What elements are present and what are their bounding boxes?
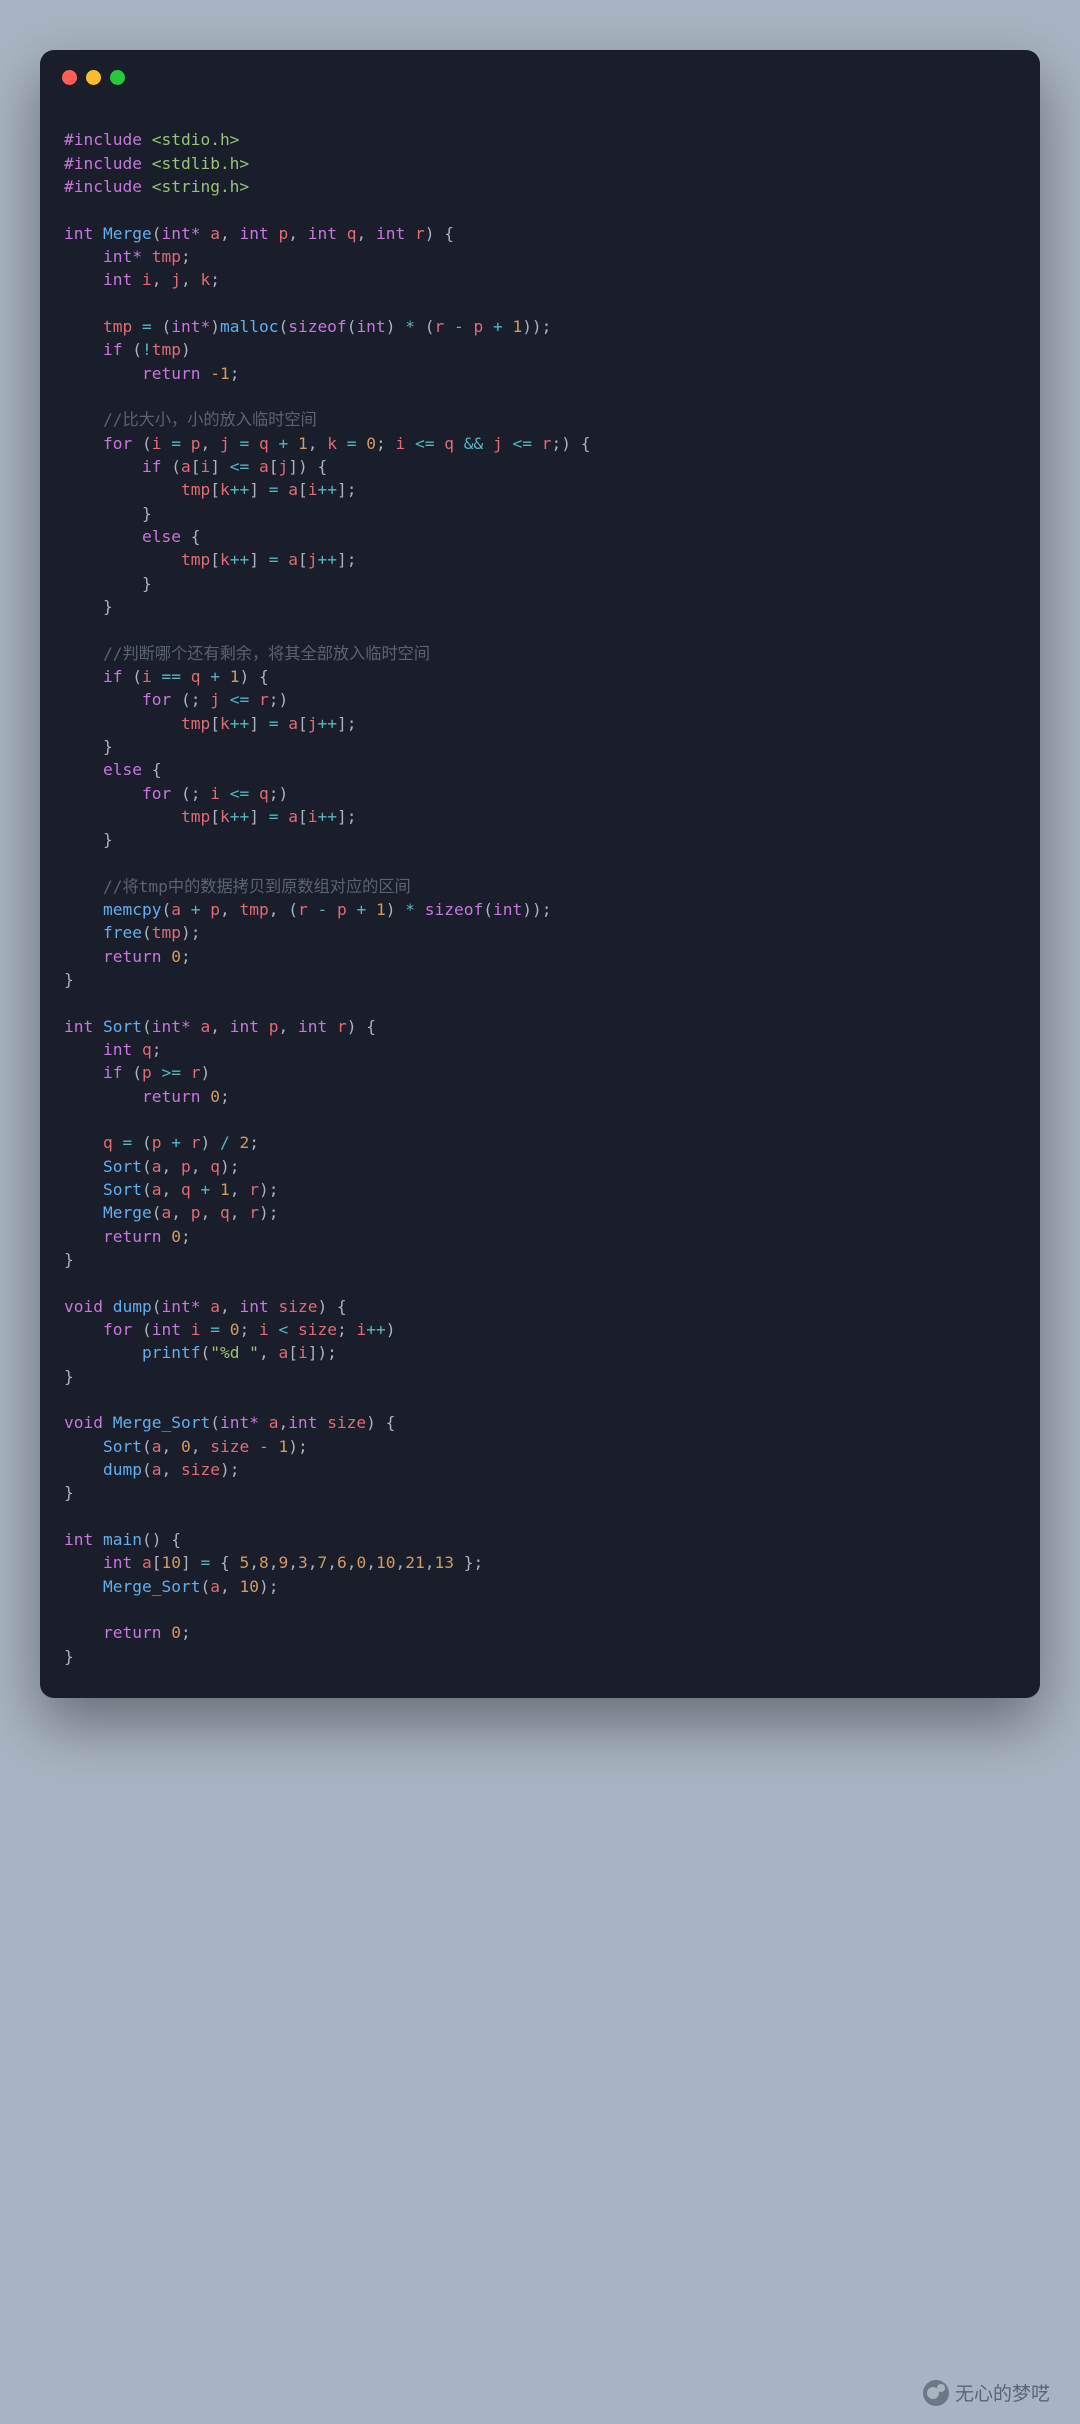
- wechat-icon: [923, 2380, 949, 2406]
- comment-compare: //比大小，小的放入临时空间: [103, 410, 317, 429]
- fn-dump: dump: [113, 1297, 152, 1316]
- close-icon: [62, 70, 77, 85]
- fn-main: main: [103, 1530, 142, 1549]
- watermark: 无心的梦呓: [923, 2379, 1050, 2406]
- code-block: #include <stdio.h> #include <stdlib.h> #…: [40, 95, 1040, 1698]
- pp-include: #include: [64, 130, 142, 149]
- window-titlebar: [40, 50, 1040, 95]
- fn-merge-sort: Merge_Sort: [113, 1413, 210, 1432]
- code-window: #include <stdio.h> #include <stdlib.h> #…: [40, 50, 1040, 1698]
- comment-copy: //将tmp中的数据拷贝到原数组对应的区间: [103, 877, 411, 896]
- fn-merge: Merge: [103, 224, 152, 243]
- watermark-text: 无心的梦呓: [955, 2379, 1050, 2406]
- minimize-icon: [86, 70, 101, 85]
- comment-remain: //判断哪个还有剩余，将其全部放入临时空间: [103, 644, 430, 663]
- fn-sort: Sort: [103, 1017, 142, 1036]
- maximize-icon: [110, 70, 125, 85]
